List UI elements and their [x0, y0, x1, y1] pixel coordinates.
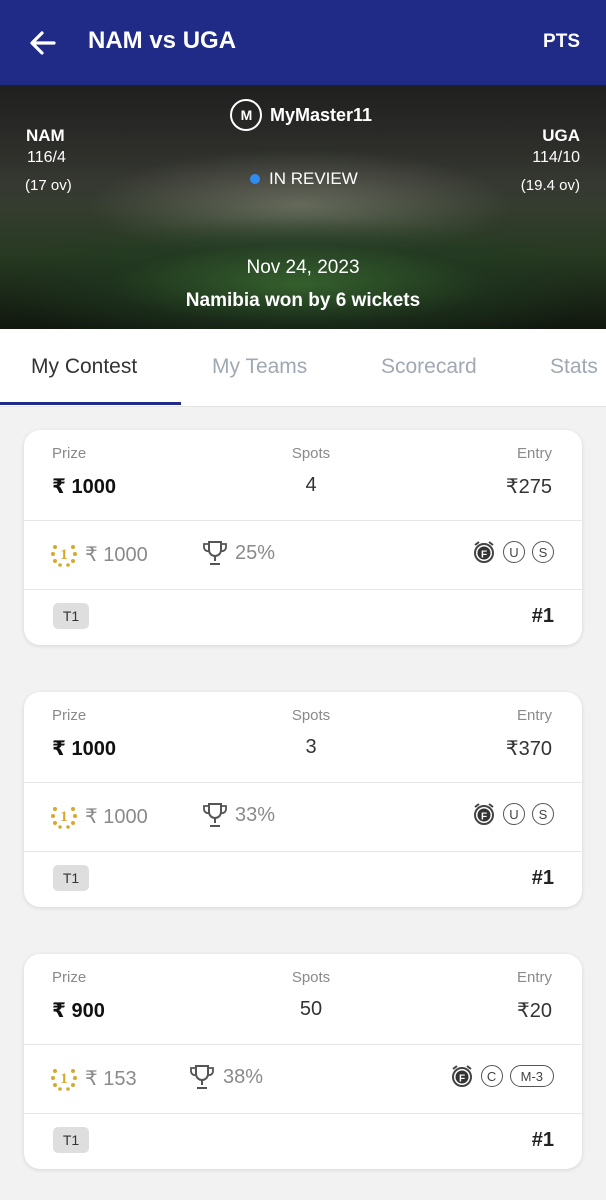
divider — [24, 520, 582, 521]
entry-value: ₹20 — [517, 1000, 552, 1022]
first-prize-medal-icon: 1 — [51, 1069, 77, 1091]
active-tab-indicator — [0, 402, 181, 405]
team-right-score: 114/10 — [532, 149, 580, 166]
contest-badges: F C M-3 — [450, 1064, 554, 1088]
spots-label: Spots — [291, 707, 331, 724]
team-right-overs: (19.4 ov) — [520, 177, 580, 194]
trophy-icon — [203, 541, 227, 565]
badge-s: S — [532, 541, 554, 563]
entry-label: Entry — [516, 969, 552, 986]
divider — [24, 782, 582, 783]
match-banner: M MyMaster11 NAM 116/4 (17 ov) UGA 114/1… — [0, 85, 606, 329]
contest-card[interactable]: Prize ₹ 1000 Spots 4 Entry ₹275 1 ₹ 1000… — [24, 430, 582, 645]
status-dot-icon — [250, 174, 260, 184]
badge-u: U — [503, 541, 525, 563]
contest-badges: F U S — [472, 802, 554, 826]
team-chip: T1 — [53, 1127, 89, 1153]
team-left-overs: (17 ov) — [25, 177, 72, 194]
trophy-icon — [203, 803, 227, 827]
brand-name: MyMaster11 — [270, 104, 373, 125]
entry-value: ₹275 — [505, 476, 552, 498]
first-prize-amount: ₹ 153 — [85, 1068, 137, 1090]
winning-percentage: 25% — [235, 542, 276, 564]
badge-u: U — [503, 803, 525, 825]
svg-text:F: F — [481, 812, 487, 823]
spots-label: Spots — [291, 969, 331, 986]
rank-value: #1 — [531, 867, 554, 889]
entry-label: Entry — [516, 707, 552, 724]
tab-my-teams[interactable]: My Teams — [212, 355, 307, 379]
match-date: Nov 24, 2023 — [246, 257, 360, 278]
winning-percentage: 33% — [235, 804, 276, 826]
tab-bar: My Contest My Teams Scorecard Stats — [0, 329, 606, 407]
tab-my-contest[interactable]: My Contest — [31, 355, 137, 379]
contest-details-row: 1 ₹ 1000 25% F U S — [50, 538, 554, 570]
flexible-alarm-icon: F — [474, 541, 494, 563]
svg-text:F: F — [481, 550, 487, 561]
winning-percentage: 38% — [223, 1066, 264, 1088]
divider — [24, 589, 582, 590]
first-prize-amount: ₹ 1000 — [85, 544, 148, 566]
team-chip: T1 — [53, 603, 89, 629]
badge-multi-entry: M-3 — [509, 1065, 554, 1087]
entry-label: Entry — [516, 445, 552, 462]
svg-text:1: 1 — [60, 1071, 68, 1087]
flexible-alarm-icon: F — [451, 1065, 472, 1087]
contest-card[interactable]: Prize ₹ 1000 Spots 3 Entry ₹370 1 ₹ 1000… — [24, 692, 582, 907]
brand-logo-mark: M — [230, 99, 262, 131]
contest-details-row: 1 ₹ 153 38% F C M-3 — [50, 1062, 554, 1094]
team-chip: T1 — [53, 865, 89, 891]
entry-value: ₹370 — [505, 738, 552, 760]
contest-badges: F U S — [472, 540, 554, 564]
app-header: NAM vs UGA PTS — [0, 0, 606, 85]
flexible-alarm-icon: F — [474, 803, 494, 825]
match-status-label: IN REVIEW — [269, 169, 358, 188]
badge-c: C — [480, 1065, 503, 1087]
page-title: NAM vs UGA — [88, 27, 237, 54]
pts-button[interactable]: PTS — [543, 31, 580, 53]
rank-value: #1 — [531, 605, 554, 627]
svg-text:1: 1 — [60, 809, 68, 825]
divider — [24, 1113, 582, 1114]
first-prize-medal-icon: 1 — [51, 807, 77, 829]
rank-value: #1 — [531, 1129, 554, 1151]
spots-label: Spots — [291, 445, 331, 462]
first-prize-amount: ₹ 1000 — [85, 806, 148, 828]
svg-text:F: F — [459, 1074, 465, 1085]
contest-details-row: 1 ₹ 1000 33% F U S — [50, 800, 554, 832]
back-arrow-icon[interactable] — [26, 26, 60, 60]
tab-stats[interactable]: Stats — [550, 355, 598, 379]
contest-card[interactable]: Prize ₹ 900 Spots 50 Entry ₹20 1 ₹ 153 3… — [24, 954, 582, 1169]
trophy-icon — [190, 1065, 214, 1089]
team-left-name: NAM — [26, 126, 65, 145]
match-status: IN REVIEW — [250, 169, 358, 189]
brand-logo: M MyMaster11 — [230, 99, 372, 131]
divider — [24, 851, 582, 852]
match-result: Namibia won by 6 wickets — [185, 290, 421, 311]
first-prize-medal-icon: 1 — [51, 545, 77, 567]
svg-text:1: 1 — [60, 547, 68, 563]
team-left-score: 116/4 — [27, 149, 66, 166]
team-right-name: UGA — [542, 126, 580, 145]
tab-scorecard[interactable]: Scorecard — [381, 355, 477, 379]
badge-s: S — [532, 803, 554, 825]
divider — [24, 1044, 582, 1045]
spots-value: 50 — [299, 998, 323, 1020]
